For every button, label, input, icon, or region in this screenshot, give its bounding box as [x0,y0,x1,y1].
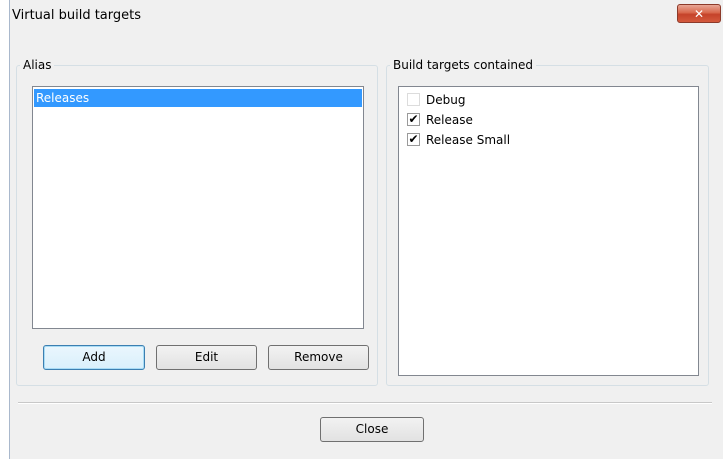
release-checkbox[interactable]: ✔ [407,113,420,126]
target-item-release-small[interactable]: ✔ Release Small [399,130,698,150]
add-button[interactable]: Add [43,345,145,370]
debug-checkbox[interactable] [407,93,420,106]
build-targets-group-legend: Build targets contained [393,58,534,72]
title-bar: Virtual build targets ✕ [10,0,723,32]
alias-list-item-releases[interactable]: Releases [34,89,362,107]
window-close-button[interactable]: ✕ [677,4,721,23]
alias-list[interactable]: Releases [32,86,364,329]
footer-separator [18,402,712,404]
release-small-checkbox[interactable]: ✔ [407,133,420,146]
target-label-release: Release [426,113,473,127]
build-targets-list: Debug ✔ Release ✔ Release Small [398,86,699,376]
target-label-release-small: Release Small [426,133,511,147]
target-label-debug: Debug [426,93,466,107]
remove-button[interactable]: Remove [268,345,369,370]
target-item-release[interactable]: ✔ Release [399,110,698,130]
edit-button[interactable]: Edit [156,345,257,370]
alias-group-legend: Alias [23,58,52,72]
close-icon: ✕ [693,6,705,21]
close-button[interactable]: Close [320,417,424,442]
target-item-debug[interactable]: Debug [399,90,698,110]
window-title: Virtual build targets [12,8,142,23]
